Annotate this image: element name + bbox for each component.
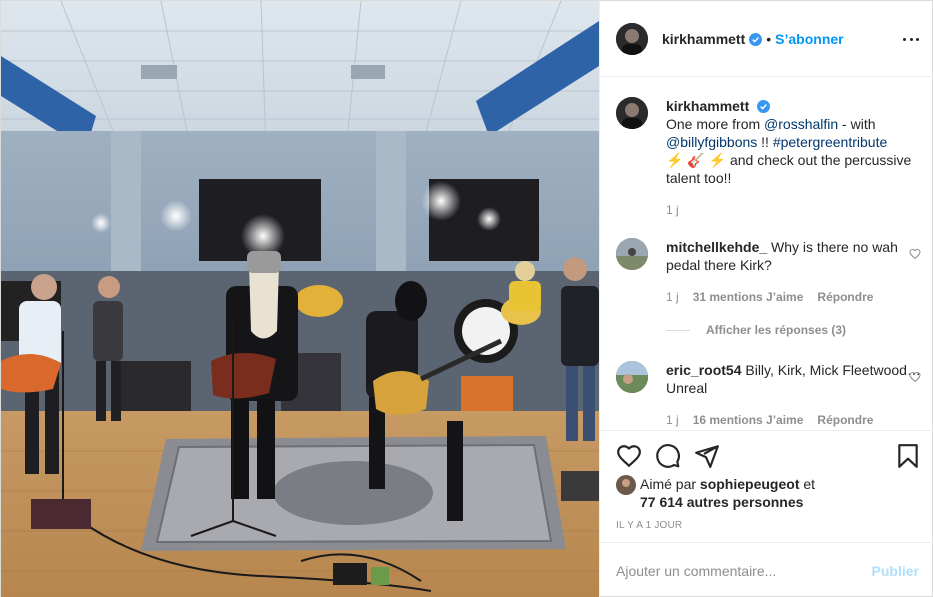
like-comment-heart-icon[interactable] <box>909 371 921 383</box>
comment-bubble-icon[interactable] <box>655 443 681 469</box>
more-options-icon[interactable] <box>903 29 919 49</box>
comment-item: eric_root54 Billy, Kirk, Mick Fleetwood…… <box>616 361 921 429</box>
caption: kirkhammett One more from @rosshalfin - … <box>616 97 921 219</box>
post-side-panel: kirkhammett • S’abonner kirkhammett One … <box>599 1 933 597</box>
comment-input[interactable] <box>616 562 872 579</box>
author-username[interactable]: kirkhammett <box>662 31 745 47</box>
caption-text-2: - with <box>838 116 876 132</box>
view-replies-button[interactable]: Afficher les réponses (3) <box>666 323 846 337</box>
caption-username[interactable]: kirkhammett <box>666 98 749 114</box>
liked-by-prefix: Aimé par <box>640 476 700 492</box>
caption-emoji: ⚡ 🎸 ⚡ <box>666 152 727 168</box>
likes-count[interactable]: 77 614 autres personnes <box>640 494 803 510</box>
liker-avatar[interactable] <box>616 475 636 495</box>
caption-text-1: One more from <box>666 116 765 132</box>
mention-billyfgibbons[interactable]: @billyfgibbons <box>666 134 757 150</box>
liked-by-mid: et <box>799 476 816 492</box>
commenter-avatar[interactable] <box>616 238 648 270</box>
comment-likes[interactable]: 16 mentions J’aime <box>693 411 804 429</box>
header-separator: • <box>766 30 772 47</box>
view-replies-label: Afficher les réponses (3) <box>706 323 847 337</box>
band-rehearsal-photo <box>1 1 599 597</box>
commenter-avatar[interactable] <box>616 361 648 393</box>
comment-time[interactable]: 1 j <box>666 288 679 306</box>
caption-time[interactable]: 1 j <box>666 201 679 219</box>
publish-button[interactable]: Publier <box>872 563 919 579</box>
liked-by: Aimé par sophiepeugeot et 77 614 autres … <box>616 475 815 511</box>
comment-likes[interactable]: 31 mentions J’aime <box>693 288 804 306</box>
comment-username[interactable]: mitchellkehde_ <box>666 239 767 255</box>
mention-rosshalfin[interactable]: @rosshalfin <box>764 116 838 132</box>
verified-badge-icon <box>745 31 763 47</box>
comment-username[interactable]: eric_root54 <box>666 362 741 378</box>
comment-item: mitchellkehde_ Why is there no wah pedal… <box>616 238 921 306</box>
share-send-icon[interactable] <box>694 443 720 469</box>
author-avatar[interactable] <box>616 22 648 55</box>
hashtag-petergreentribute[interactable]: #petergreentribute <box>773 134 887 150</box>
reply-button[interactable]: Répondre <box>817 288 873 306</box>
reply-button[interactable]: Répondre <box>817 411 873 429</box>
like-heart-icon[interactable] <box>616 443 642 469</box>
post-time-ago[interactable]: IL Y A 1 JOUR <box>616 520 682 531</box>
comment-time[interactable]: 1 j <box>666 411 679 429</box>
caption-avatar[interactable] <box>616 97 648 129</box>
replies-line <box>666 329 690 331</box>
follow-button[interactable]: S’abonner <box>775 31 843 47</box>
save-bookmark-icon[interactable] <box>895 443 921 469</box>
verified-badge-icon <box>753 98 771 114</box>
action-icons <box>616 443 921 471</box>
comments-section[interactable]: kirkhammett One more from @rosshalfin - … <box>600 78 933 430</box>
instagram-post: kirkhammett • S’abonner kirkhammett One … <box>0 0 933 597</box>
like-comment-heart-icon[interactable] <box>909 248 921 260</box>
liker-username[interactable]: sophiepeugeot <box>700 476 800 492</box>
add-comment-bar: Publier <box>600 542 933 597</box>
post-header: kirkhammett • S’abonner <box>600 1 933 77</box>
caption-text-3: !! <box>757 134 773 150</box>
post-photo[interactable] <box>1 1 599 597</box>
